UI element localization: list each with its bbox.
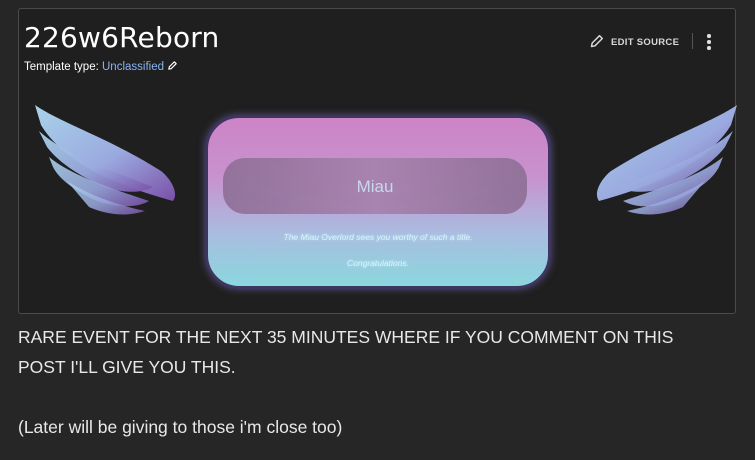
wing-icon (591, 101, 741, 225)
title-name: Miau (356, 177, 394, 196)
toolbar-divider (692, 33, 693, 49)
post-paragraph: (Later will be giving to those i'm close… (18, 417, 343, 437)
kebab-menu-icon[interactable] (703, 31, 715, 53)
post-paragraph: RARE EVENT FOR THE NEXT 35 MINUTES WHERE… (18, 327, 674, 377)
edit-source-button[interactable]: EDIT SOURCE (589, 33, 679, 52)
template-card: 226w6Reborn Template type: Unclassified … (18, 8, 737, 314)
wing-icon (31, 101, 181, 225)
template-type-label: Template type: (24, 61, 99, 73)
title-pill: Miau (223, 158, 527, 214)
post-body: RARE EVENT FOR THE NEXT 35 MINUTES WHERE… (18, 322, 718, 442)
template-type: Template type: Unclassified (24, 60, 178, 74)
banner-subtitle: The Miau Overlord sees you worthy of suc… (283, 232, 473, 242)
page-title: 226w6Reborn (24, 21, 220, 54)
pencil-icon[interactable] (167, 60, 178, 74)
edit-source-label: EDIT SOURCE (611, 37, 680, 48)
title-banner-image: Miau The Miau Overlord sees you worthy o… (205, 115, 551, 289)
pencil-icon (589, 33, 605, 52)
template-type-link[interactable]: Unclassified (102, 61, 164, 73)
banner-congrats: Congratulations. (347, 258, 409, 268)
